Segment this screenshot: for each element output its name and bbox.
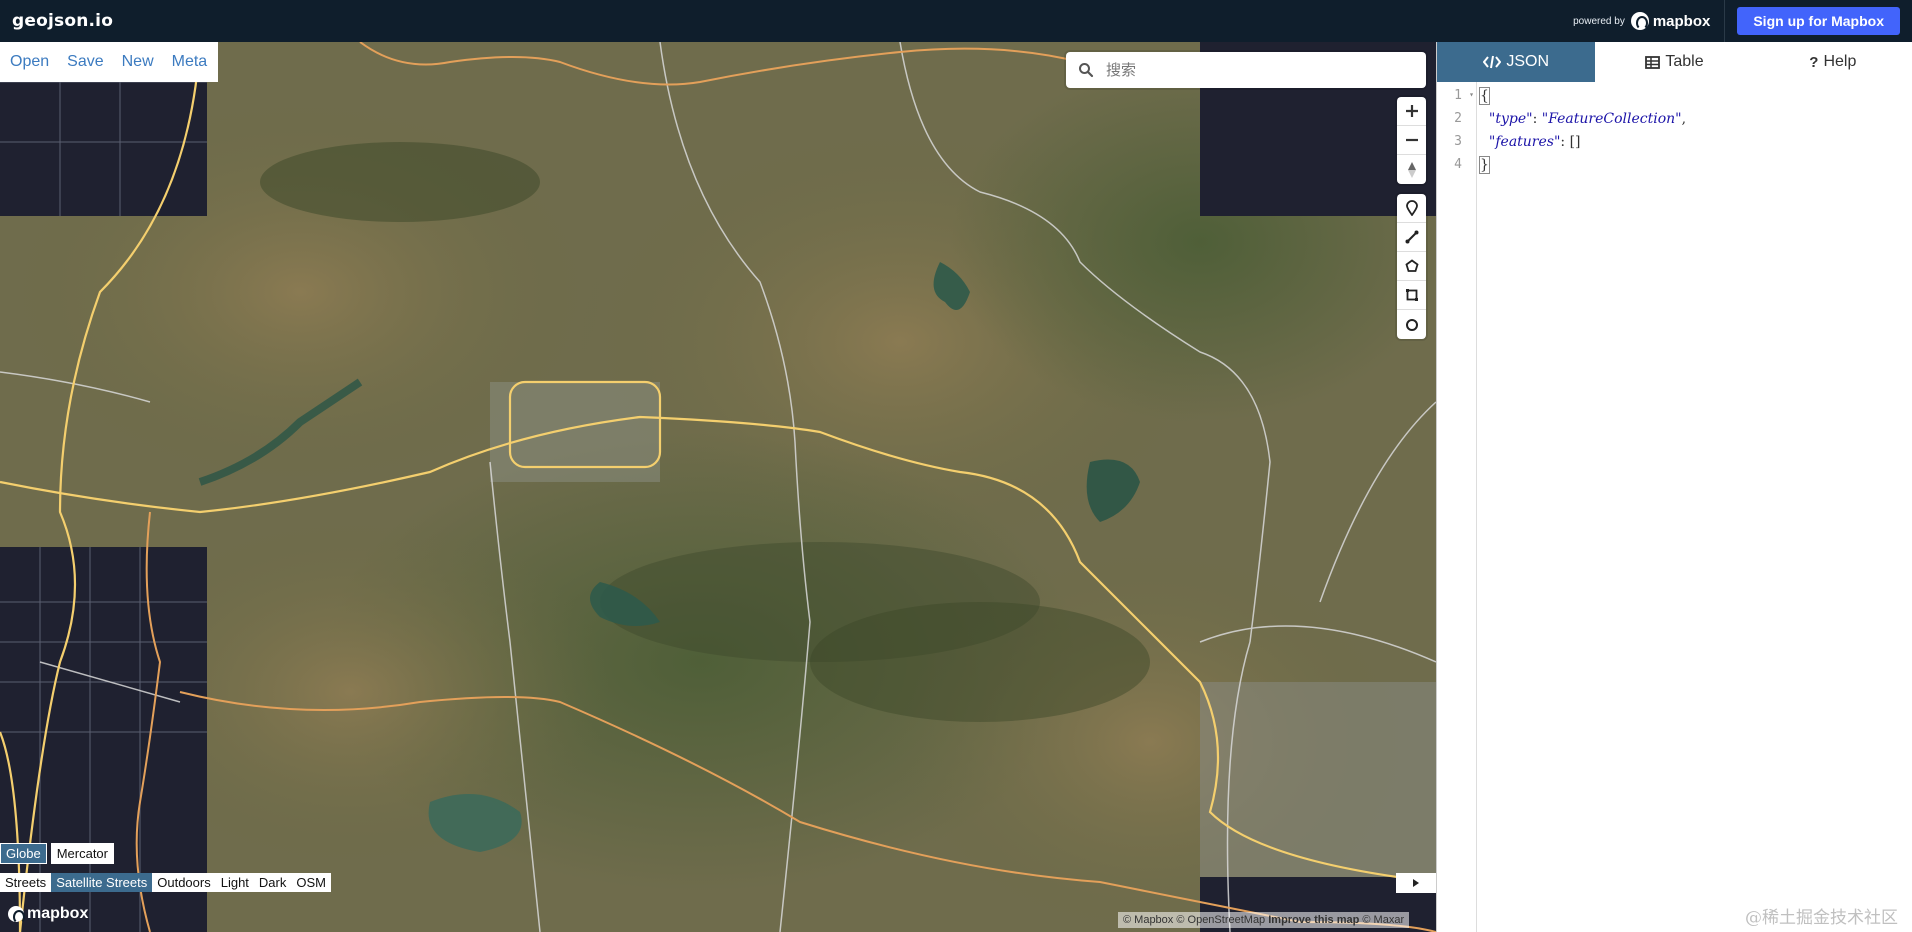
style-light[interactable]: Light	[215, 873, 254, 892]
app-brand[interactable]: geojson.io	[12, 11, 113, 31]
tab-help[interactable]: ? Help	[1753, 42, 1912, 82]
map-canvas[interactable]	[0, 42, 1436, 932]
line-number: 1 ▾	[1454, 88, 1474, 103]
line-number: 3	[1454, 134, 1462, 149]
satellite-map-image	[0, 42, 1436, 932]
meta-button[interactable]: Meta	[172, 53, 208, 71]
style-satellite-streets[interactable]: Satellite Streets	[51, 873, 153, 892]
panel-tabs: JSON Table ? Help	[1437, 42, 1912, 82]
marker-icon	[1405, 200, 1418, 216]
draw-marker-button[interactable]	[1397, 194, 1426, 223]
draw-toolbar	[1397, 194, 1426, 339]
file-menu: Open Save New Meta	[0, 42, 218, 82]
tab-help-label: Help	[1823, 53, 1857, 70]
zoom-out-button[interactable]	[1397, 126, 1426, 155]
draw-polygon-button[interactable]	[1397, 252, 1426, 281]
code-icon	[1483, 55, 1502, 69]
mapbox-icon	[8, 906, 25, 924]
projection-switch: Globe Mercator	[0, 843, 114, 864]
projection-mercator[interactable]: Mercator	[50, 843, 114, 864]
open-button[interactable]: Open	[10, 53, 49, 71]
line-icon	[1405, 230, 1418, 244]
json-editor[interactable]: 1 ▾ 2 3 4 { "type": "FeatureCollection", …	[1437, 82, 1912, 932]
plus-icon	[1405, 105, 1418, 117]
top-bar: geojson.io powered by mapbox Sign up for…	[0, 0, 1912, 42]
code-area[interactable]: { "type": "FeatureCollection", "features…	[1477, 82, 1686, 932]
powered-by-label: powered by	[1573, 15, 1625, 27]
mapbox-map-logo[interactable]: mapbox	[8, 905, 89, 924]
code-line: }	[1479, 156, 1490, 174]
signup-button[interactable]: Sign up for Mapbox	[1737, 7, 1900, 35]
style-outdoors[interactable]: Outdoors	[152, 873, 216, 892]
draw-circle-button[interactable]	[1397, 310, 1426, 339]
style-dark[interactable]: Dark	[253, 873, 292, 892]
search-box	[1066, 52, 1426, 88]
map-attribution: © Mapbox © OpenStreetMap Improve this ma…	[1118, 912, 1410, 928]
zoom-in-button[interactable]	[1397, 97, 1426, 126]
collapse-panel-button[interactable]	[1396, 873, 1436, 893]
powered-by-mapbox[interactable]: powered by mapbox	[1573, 0, 1726, 42]
polygon-icon	[1404, 259, 1419, 272]
draw-line-button[interactable]	[1397, 223, 1426, 252]
new-button[interactable]: New	[122, 53, 154, 71]
zoom-controls	[1397, 97, 1426, 184]
search-icon	[1066, 62, 1106, 78]
compass-button[interactable]	[1397, 155, 1426, 184]
table-icon	[1645, 55, 1661, 69]
attribution-osm[interactable]: © OpenStreetMap	[1176, 914, 1265, 926]
search-input[interactable]	[1106, 61, 1406, 79]
question-icon: ?	[1809, 53, 1819, 71]
chevron-right-icon	[1413, 879, 1419, 887]
tab-json[interactable]: JSON	[1437, 42, 1596, 82]
mapbox-logo: mapbox	[1630, 12, 1711, 30]
map-style-switcher: Streets Satellite Streets Outdoors Light…	[0, 873, 331, 892]
style-streets[interactable]: Streets	[0, 873, 52, 892]
side-panel: JSON Table ? Help 1 ▾ 2 3 4 { "type": "Fe…	[1436, 42, 1912, 932]
style-osm[interactable]: OSM	[291, 873, 331, 892]
circle-icon	[1405, 318, 1418, 331]
code-line: "features": []	[1488, 134, 1581, 150]
line-number: 4	[1454, 157, 1462, 172]
code-line: {	[1479, 87, 1490, 105]
tab-table-label: Table	[1665, 53, 1704, 70]
tab-table[interactable]: Table	[1595, 42, 1754, 82]
watermark: @稀土掘金技术社区	[1745, 908, 1898, 928]
improve-map-link[interactable]: Improve this map	[1268, 914, 1359, 926]
line-number: 2	[1454, 111, 1462, 126]
draw-rectangle-button[interactable]	[1397, 281, 1426, 310]
mapbox-icon	[1630, 12, 1649, 30]
compass-icon	[1407, 161, 1416, 178]
attribution-mapbox[interactable]: © Mapbox	[1123, 914, 1173, 926]
save-button[interactable]: Save	[67, 53, 103, 71]
line-number-gutter: 1 ▾ 2 3 4	[1437, 82, 1477, 932]
attribution-maxar[interactable]: © Maxar	[1362, 914, 1404, 926]
mapbox-logo-text: mapbox	[27, 905, 89, 922]
mapbox-wordmark: mapbox	[1652, 12, 1711, 30]
fold-arrow-icon[interactable]: ▾	[1469, 90, 1474, 99]
rectangle-icon	[1405, 289, 1418, 301]
topbar-right: powered by mapbox Sign up for Mapbox	[1573, 0, 1912, 42]
tab-json-label: JSON	[1506, 53, 1549, 70]
projection-globe[interactable]: Globe	[0, 843, 47, 864]
code-line: "type": "FeatureCollection",	[1488, 111, 1687, 127]
minus-icon	[1405, 138, 1418, 142]
